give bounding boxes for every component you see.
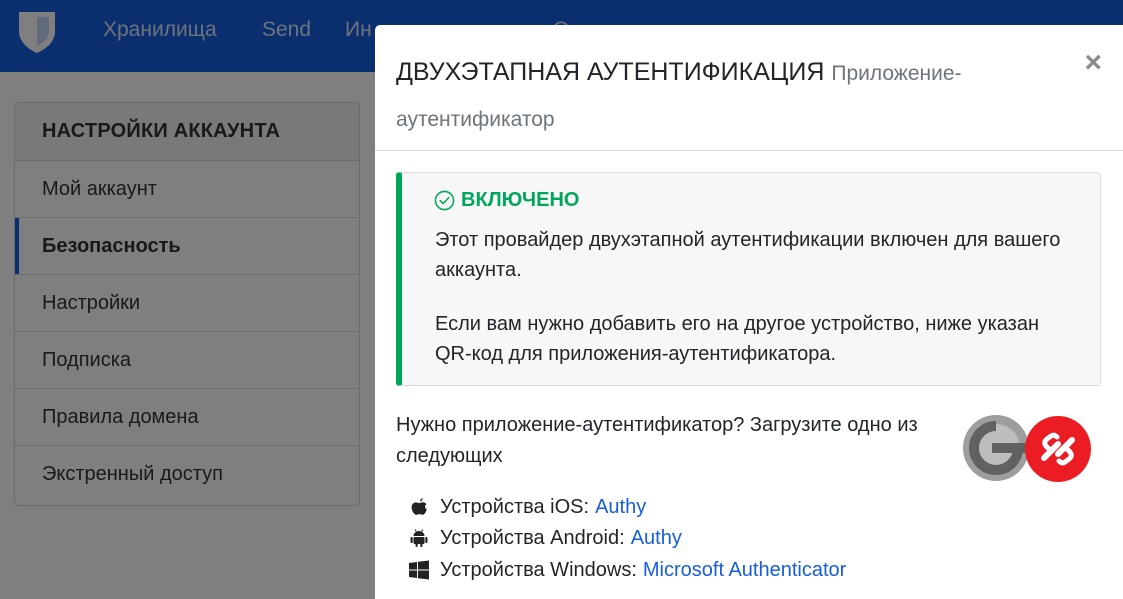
apple-icon [407,495,431,519]
callout-title: ВКЛЮЧЕНО [434,189,579,212]
platform-android: Устройства Android: Authy [407,526,682,550]
modal-title: ДВУХЭТАПНАЯ АУТЕНТИФИКАЦИЯ Приложение-ау… [396,50,1056,142]
authy-ios-link[interactable]: Authy [595,496,646,519]
modal-title-main: ДВУХЭТАПНАЯ АУТЕНТИФИКАЦИЯ [396,58,825,86]
microsoft-authenticator-link[interactable]: Microsoft Authenticator [643,559,846,582]
platform-windows-label: Устройства Windows: [440,558,637,581]
check-circle-icon [434,190,455,211]
platform-windows: Устройства Windows: Microsoft Authentica… [407,558,846,582]
android-icon [407,526,431,550]
authenticator-apps-logo [963,415,1091,482]
two-step-login-dialog: ДВУХЭТАПНАЯ АУТЕНТИФИКАЦИЯ Приложение-ау… [375,25,1123,599]
windows-icon [407,558,431,582]
close-button[interactable]: × [1084,48,1102,78]
platform-ios-label: Устройства iOS: [440,495,590,518]
modal-header: ДВУХЭТАПНАЯ АУТЕНТИФИКАЦИЯ Приложение-ау… [375,25,1123,151]
enabled-callout: ВКЛЮЧЕНО Этот провайдер двухэтапной ауте… [396,172,1101,386]
platform-ios: Устройства iOS: Authy [407,495,646,519]
authy-android-link[interactable]: Authy [631,527,682,550]
status-label: ВКЛЮЧЕНО [461,189,580,211]
need-app-text: Нужно приложение-аутентификатор? Загрузи… [396,414,918,467]
callout-paragraph-enabled: Этот провайдер двухэтапной аутентификаци… [435,229,1061,281]
platform-android-label: Устройства Android: [440,526,625,549]
callout-paragraph-qr: Если вам нужно добавить его на другое ус… [435,313,1040,365]
